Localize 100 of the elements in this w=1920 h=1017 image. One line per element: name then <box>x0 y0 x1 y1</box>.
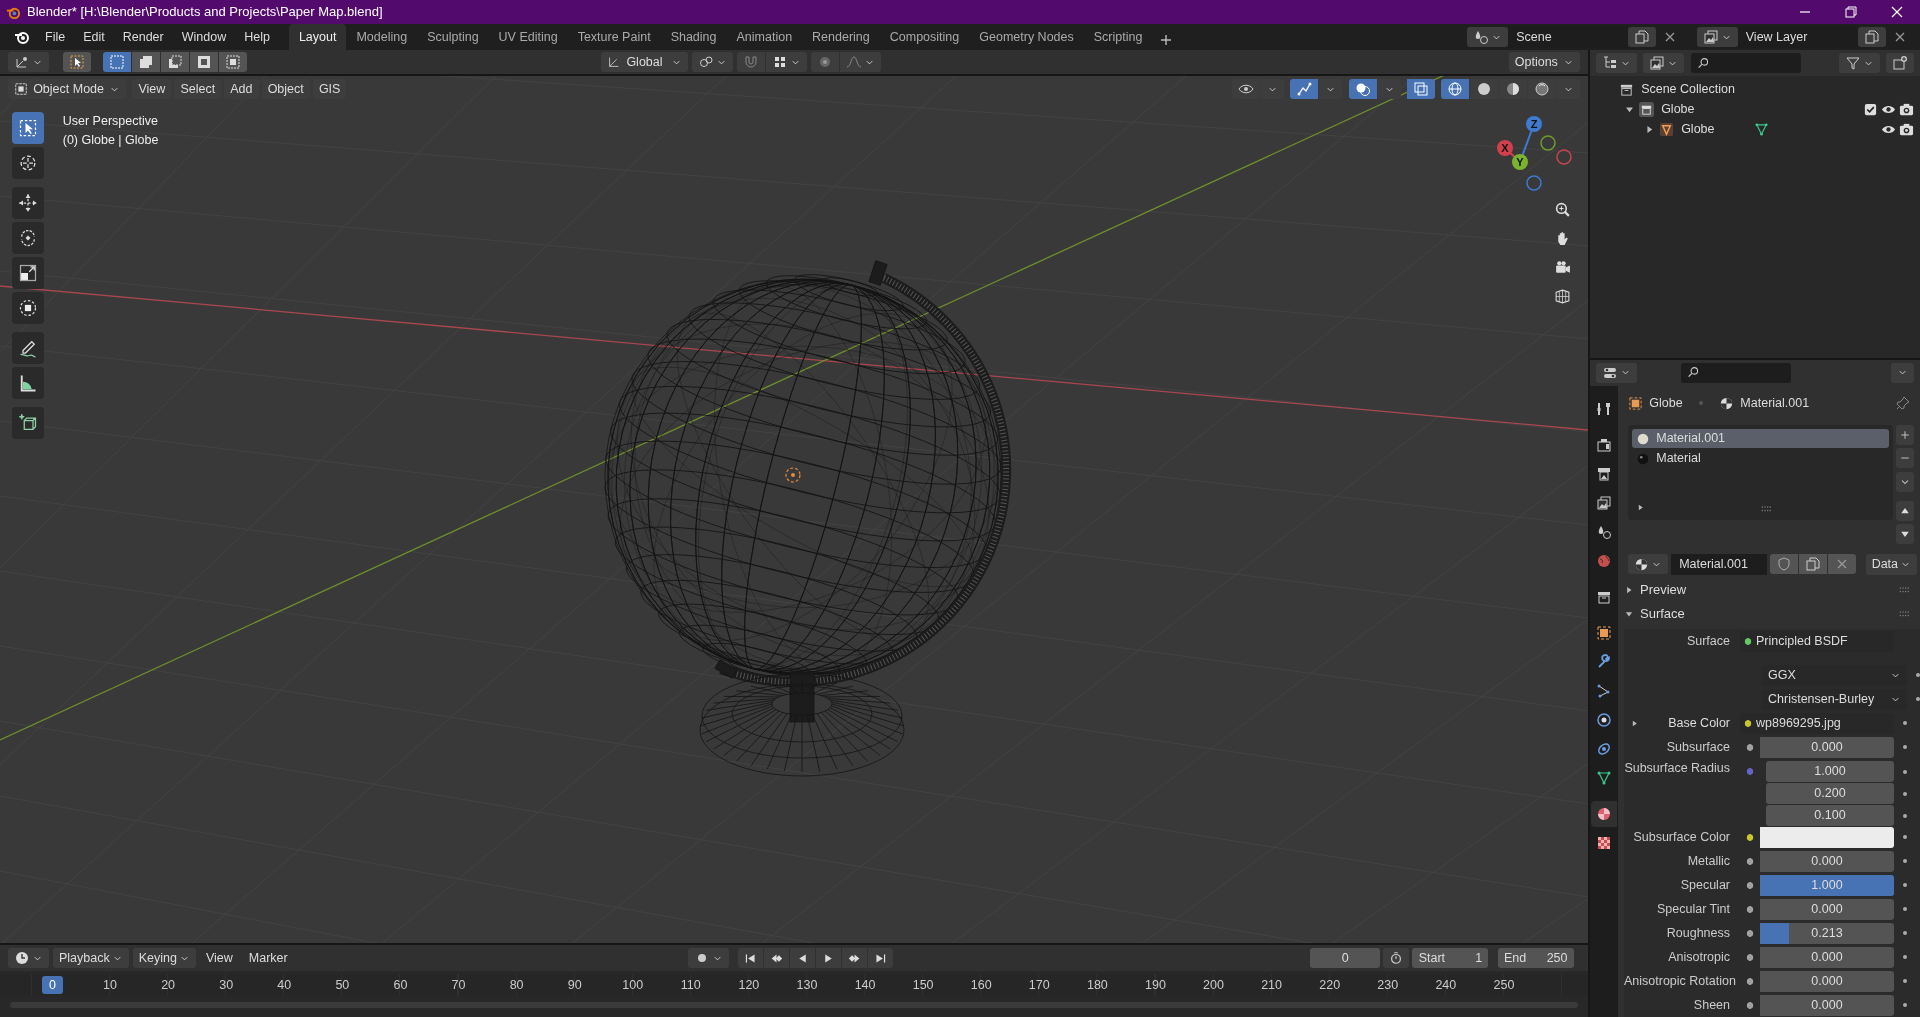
frame-number: 210 <box>1260 976 1284 994</box>
frame-number: 230 <box>1376 976 1400 994</box>
frame-number: 250 <box>1492 976 1516 994</box>
value-field[interactable]: 0.000 <box>1760 736 1894 758</box>
slot-name: Material.001 <box>1656 430 1726 448</box>
frame-number: 20 <box>160 976 177 994</box>
menu-item[interactable]: Add <box>224 79 259 99</box>
frame-number: 170 <box>1027 976 1051 994</box>
workspace-tab[interactable]: Shading <box>660 24 727 50</box>
current-frame-field[interactable]: 0 <box>1310 948 1381 968</box>
workspace-tab[interactable]: Animation <box>726 24 803 50</box>
field-label: Metallic <box>1686 852 1731 870</box>
frame-number: 40 <box>276 976 293 994</box>
frame-number: 190 <box>1144 976 1167 994</box>
field-value: 1 <box>1475 949 1483 967</box>
list-item[interactable]: Material.001 <box>1632 429 1889 449</box>
frame-number: 90 <box>566 976 583 994</box>
dropdown[interactable]: Christensen-Burley <box>1762 688 1907 710</box>
slot-name: Material <box>1656 450 1701 468</box>
viewport-info-text: (0) Globe | Globe <box>62 132 159 149</box>
frame-number: 80 <box>508 976 525 994</box>
field-label: Surface <box>1685 632 1731 650</box>
panel-header[interactable]: Surface <box>1624 601 1920 626</box>
tree-item-label[interactable]: Globe <box>1661 99 1695 119</box>
frame-number: 150 <box>911 976 935 994</box>
mode-dropdown[interactable]: Object Mode <box>8 79 127 99</box>
menu-item[interactable]: Edit <box>74 27 114 47</box>
list-item[interactable]: Material <box>1632 449 1889 469</box>
field-label: Base Color <box>1668 714 1730 732</box>
field-value: 250 <box>1546 949 1568 967</box>
frame-number: 180 <box>1085 976 1109 994</box>
value-field[interactable]: 0.100 <box>1766 805 1894 826</box>
link-dropdown[interactable]: Data <box>1865 553 1918 575</box>
workspace-tab[interactable]: Layout <box>288 24 347 50</box>
value-field[interactable]: 0.000 <box>1760 994 1894 1016</box>
workspace-tab[interactable]: Sculpting <box>417 24 489 50</box>
frame-number: 240 <box>1434 976 1458 994</box>
frame-number: 50 <box>334 976 351 994</box>
workspace-tab[interactable]: Compositing <box>879 24 970 50</box>
menu-item[interactable]: Help <box>235 27 279 47</box>
frame-number: 100 <box>621 976 645 994</box>
value-slider[interactable]: 1.000 <box>1760 874 1894 896</box>
menu-item[interactable]: Window <box>172 27 236 47</box>
dropdown[interactable]: GGX <box>1762 664 1907 686</box>
menu-item[interactable]: Playback <box>53 948 129 968</box>
orientation-dropdown[interactable]: Global <box>601 52 688 72</box>
menu-item[interactable]: Keying <box>132 948 196 968</box>
value-field[interactable]: 1.000 <box>1766 761 1894 782</box>
workspace-tab[interactable]: Scripting <box>1083 24 1153 50</box>
value-field[interactable]: 0.000 <box>1760 898 1894 920</box>
value-field[interactable]: 0.200 <box>1766 783 1894 804</box>
field-label: Anisotropic <box>1667 948 1731 966</box>
playhead-frame[interactable]: 0 <box>42 976 63 995</box>
frame-number: 200 <box>1202 976 1225 994</box>
frame-number: 220 <box>1318 976 1342 994</box>
menu-item[interactable]: View <box>132 79 172 99</box>
workspace-tab[interactable]: Geometry Nodes <box>969 24 1084 50</box>
frame-number: 70 <box>450 976 467 994</box>
window-title: Blender* [H:\Blender\Products and Projects\Paper Map.blend] <box>27 3 383 22</box>
workspace-tab[interactable]: UV Editing <box>488 24 568 50</box>
field-label: End <box>1504 949 1527 967</box>
field-label: Subsurface Color <box>1632 828 1731 846</box>
material-name-field[interactable]: Material.001 <box>1671 553 1768 575</box>
breadcrumb-item: Material.001 <box>1740 395 1810 413</box>
menu-item[interactable]: View <box>199 948 239 968</box>
menu-item[interactable]: GIS <box>312 79 347 99</box>
start-frame-field[interactable]: Start 1 <box>1412 948 1489 968</box>
frame-number: 140 <box>853 976 877 994</box>
breadcrumb-item: Globe <box>1649 395 1683 413</box>
frame-number: 160 <box>969 976 993 994</box>
frame-number: 120 <box>737 976 761 994</box>
value-slider[interactable]: 0.213 <box>1760 922 1894 944</box>
field-label: Roughness <box>1665 924 1731 942</box>
panel-header[interactable]: Preview <box>1624 577 1920 602</box>
value-field[interactable]: 0.000 <box>1760 970 1894 992</box>
workspace-tab[interactable]: Texture Paint <box>567 24 661 50</box>
options-dropdown[interactable]: Options <box>1508 52 1580 72</box>
workspace-tab[interactable]: Rendering <box>802 24 880 50</box>
value-field[interactable]: 0.000 <box>1760 946 1894 968</box>
frame-number: 60 <box>392 976 409 994</box>
menu-item[interactable]: Object <box>261 79 310 99</box>
viewport-info-text: User Perspective <box>62 113 159 130</box>
field-label: Specular Tint <box>1656 900 1731 918</box>
menu-item[interactable]: Render <box>113 27 173 47</box>
field-label: Subsurface <box>1665 738 1731 756</box>
field-label: Subsurface Radius <box>1624 760 1731 777</box>
value-field[interactable]: 0.000 <box>1760 850 1894 872</box>
tree-item-label[interactable]: Globe <box>1681 119 1715 139</box>
frame-number: 110 <box>679 976 702 994</box>
frame-number: 10 <box>102 976 118 994</box>
y-axis-handle[interactable]: Y <box>1512 154 1528 170</box>
frame-number: 30 <box>218 976 235 994</box>
menu-item[interactable]: File <box>36 27 75 47</box>
field-label: Anisotropic Rotation <box>1624 972 1736 990</box>
field-label: Specular <box>1679 876 1731 894</box>
end-frame-field[interactable]: End 250 <box>1497 948 1574 968</box>
workspace-tab[interactable]: Modeling <box>346 24 418 50</box>
menu-item[interactable]: Marker <box>242 948 294 968</box>
menu-item[interactable]: Select <box>174 79 222 99</box>
tree-item-label[interactable]: Scene Collection <box>1641 79 1735 99</box>
